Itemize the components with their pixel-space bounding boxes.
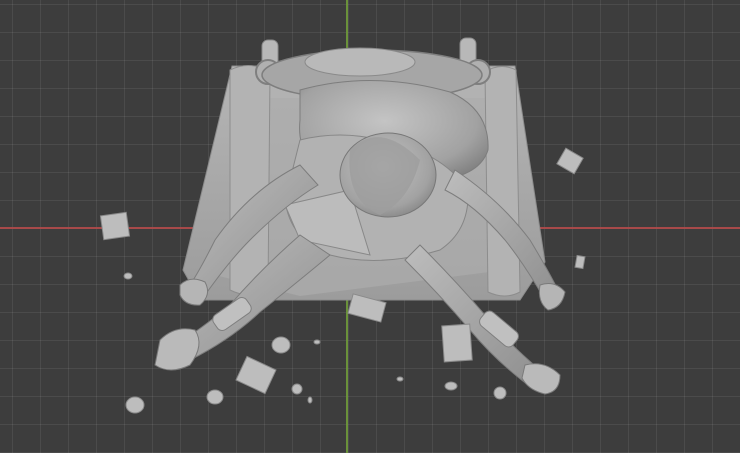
left-hand — [179, 278, 209, 306]
debris-chip — [313, 339, 321, 345]
debris-block — [235, 355, 277, 395]
debris-block — [99, 211, 131, 241]
debris-block — [574, 254, 586, 270]
debris-chip — [125, 396, 145, 414]
right-hand — [538, 283, 566, 311]
debris-block — [556, 147, 584, 175]
right-boot — [521, 363, 561, 395]
debris-chip — [291, 383, 303, 395]
3d-viewport[interactable] — [0, 0, 740, 453]
debris-chip — [396, 376, 404, 382]
right-pillar — [484, 66, 521, 297]
debris-chip — [123, 272, 133, 280]
debris-chip — [307, 396, 313, 404]
debris-block — [441, 323, 473, 363]
left-pillar — [229, 65, 271, 296]
sculpt-model[interactable] — [0, 0, 740, 453]
debris-chip — [444, 381, 458, 391]
debris-chip — [271, 336, 291, 354]
crown-top — [304, 47, 416, 77]
debris-chip — [493, 386, 507, 400]
debris-chip — [206, 389, 224, 405]
left-boot — [154, 328, 200, 371]
